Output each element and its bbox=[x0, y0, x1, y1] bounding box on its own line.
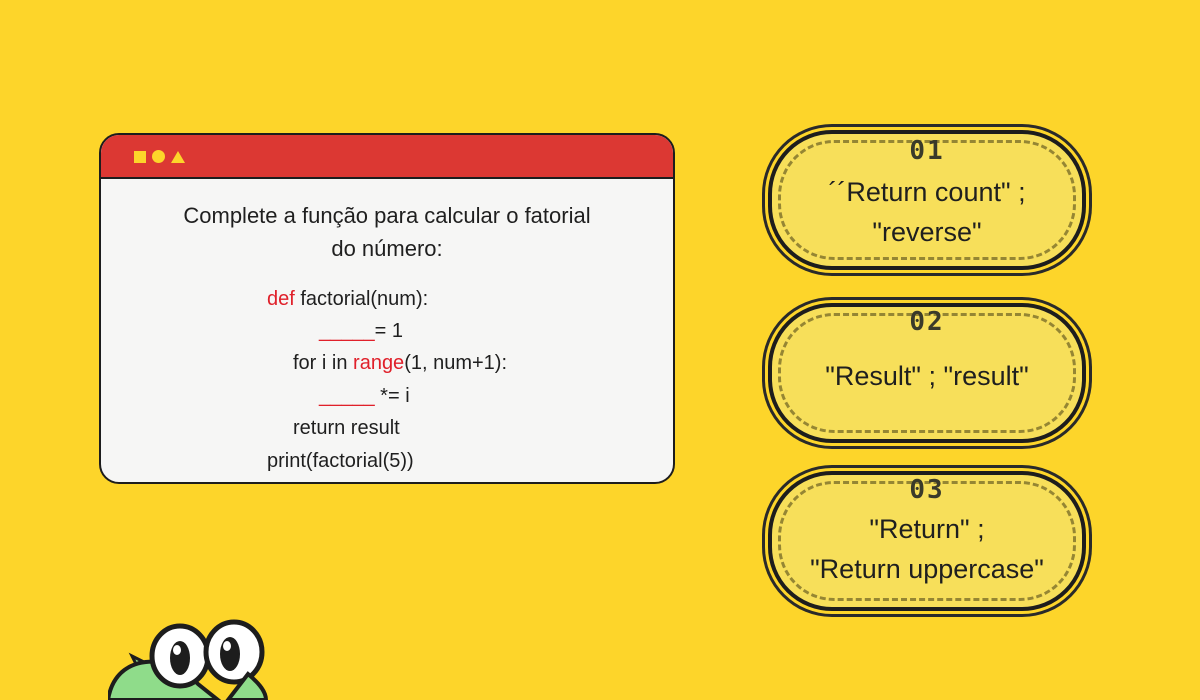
option-number: 01 bbox=[909, 136, 945, 166]
code-text: (1, num+1): bbox=[404, 352, 508, 374]
keyword-def: def bbox=[267, 288, 295, 310]
frog-mascot bbox=[108, 619, 269, 700]
code-line-2: _____= 1 bbox=[319, 319, 403, 343]
triangle-icon bbox=[171, 150, 185, 163]
option-number: 03 bbox=[909, 475, 945, 505]
option-answer-line-1: "Return" ; bbox=[869, 514, 985, 544]
square-icon bbox=[134, 150, 146, 163]
option-answer: "Result" ; "result" bbox=[772, 356, 1082, 396]
circle-icon bbox=[152, 150, 165, 163]
question-line-2: do número: bbox=[331, 236, 443, 261]
blank-2: _____ bbox=[319, 385, 375, 407]
option-answer-line-1: "Result" ; "result" bbox=[825, 361, 1029, 391]
option-answer-line-2: "reverse" bbox=[872, 217, 982, 247]
code-line-3: for i in range(1, num+1): bbox=[293, 351, 507, 375]
option-answer: ´´Return count" ; "reverse" bbox=[772, 172, 1082, 252]
blank-1: _____ bbox=[319, 320, 375, 342]
code-line-6: print(factorial(5)) bbox=[267, 450, 414, 472]
code-line-4: _____ *= i bbox=[319, 384, 410, 408]
option-answer: "Return" ; "Return uppercase" bbox=[772, 509, 1082, 589]
option-02[interactable]: 02 "Result" ; "result" bbox=[768, 303, 1086, 443]
code-text: *= i bbox=[374, 385, 410, 407]
option-01[interactable]: 01 ´´Return count" ; "reverse" bbox=[768, 130, 1086, 270]
keyword-range: range bbox=[353, 352, 405, 374]
code-line-5: return result bbox=[293, 417, 400, 439]
question-window: Complete a função para calcular o fatori… bbox=[99, 133, 675, 484]
option-number: 02 bbox=[909, 307, 945, 337]
question-line-1: Complete a função para calcular o fatori… bbox=[183, 203, 591, 228]
code-line-1: def factorial(num): bbox=[267, 287, 428, 311]
code-text: = 1 bbox=[374, 320, 403, 342]
option-03[interactable]: 03 "Return" ; "Return uppercase" bbox=[768, 471, 1086, 611]
option-answer-line-2: "Return uppercase" bbox=[810, 554, 1044, 584]
code-text: for i in bbox=[293, 352, 354, 374]
code-text: factorial(num): bbox=[294, 288, 429, 310]
window-title-bar bbox=[101, 135, 673, 179]
option-answer-line-1: ´´Return count" ; bbox=[828, 177, 1026, 207]
question-text: Complete a função para calcular o fatori… bbox=[119, 199, 655, 265]
